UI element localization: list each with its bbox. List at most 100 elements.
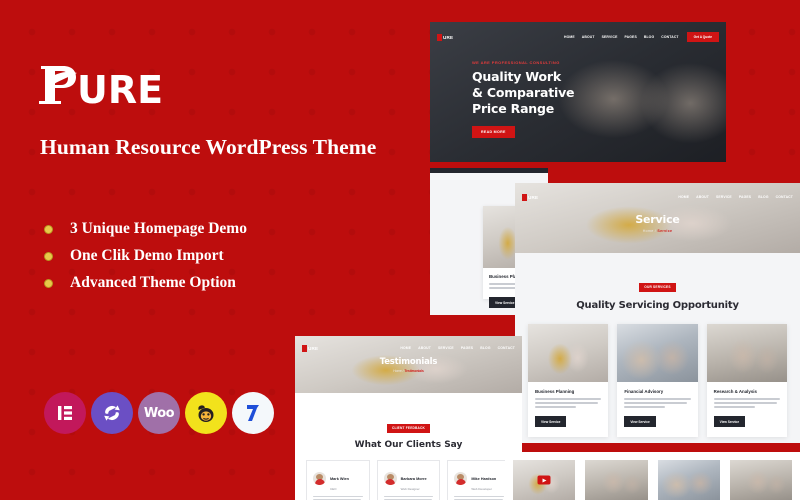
refresh-arrows-icon	[91, 392, 133, 434]
nav-item-about[interactable]: ABOUT	[418, 346, 431, 350]
woo-icon: Woo	[138, 392, 180, 434]
navbar-menu: HOME ABOUT SERVICE PAGES BLOG CONTACT	[564, 35, 679, 39]
view-service-button[interactable]: View Service	[535, 416, 567, 428]
list-item: Advanced Theme Option	[44, 270, 247, 296]
testimonial-author-name: Mike Hardson	[471, 477, 497, 481]
hero-headline-line-2: & Comparative	[472, 85, 575, 100]
page-title: Testimonials	[379, 357, 438, 367]
gallery-photo	[729, 460, 792, 500]
hero-navbar: URE HOME ABOUT SERVICE PAGES BLOG CONTAC…	[430, 30, 726, 44]
hero-headline-line-1: Quality Work	[472, 69, 562, 84]
testimonial-text	[454, 495, 505, 500]
screenshot-hero-homepage[interactable]: URE HOME ABOUT SERVICE PAGES BLOG CONTAC…	[430, 22, 726, 162]
nav-item-home[interactable]: HOME	[400, 346, 411, 350]
screenshot-service-page[interactable]: URE HOME ABOUT SERVICE PAGES BLOG CONTAC…	[515, 183, 800, 443]
nav-item-about[interactable]: ABOUT	[582, 35, 595, 39]
testimonials-section: CLIENT FEEDBACK What Our Clients Say	[295, 393, 522, 450]
breadcrumb-current: Testimonials	[404, 369, 424, 373]
card-photo	[528, 324, 609, 382]
bullet-dot-icon	[44, 278, 53, 288]
brand-logo: URE	[37, 60, 163, 112]
nav-item-blog[interactable]: BLOG	[758, 195, 768, 199]
card-photo	[617, 324, 698, 382]
gallery-item[interactable]	[657, 460, 720, 500]
service-card[interactable]: Research & Analysis View Service	[706, 324, 787, 437]
feature-list: 3 Unique Homepage Demo One Clik Demo Imp…	[44, 216, 247, 297]
card-title: Business Planning	[535, 389, 575, 394]
nav-item-home[interactable]: HOME	[564, 35, 575, 39]
woo-label: Woo	[143, 405, 175, 421]
page-title: Service	[635, 213, 680, 226]
bullet-dot-icon	[44, 224, 53, 234]
p-swoosh-icon	[437, 33, 442, 41]
gallery-row	[505, 452, 800, 500]
page-title: Human Resource WordPress Theme	[40, 135, 377, 159]
nav-item-contact[interactable]: CONTACT	[498, 346, 515, 350]
gallery-photo	[657, 460, 720, 500]
feature-label: One Clik Demo Import	[70, 247, 224, 264]
screenshot-testimonials-page[interactable]: URE HOME ABOUT SERVICE PAGES BLOG CONTAC…	[295, 336, 522, 500]
testimonial-card[interactable]: Mike Hardson Web Developer	[447, 460, 512, 500]
nav-item-pages[interactable]: PAGES	[461, 346, 473, 350]
nav-item-service[interactable]: SERVICE	[438, 346, 454, 350]
p-swoosh-icon	[302, 344, 307, 352]
nav-item-pages[interactable]: PAGES	[739, 195, 751, 199]
number-seven-icon	[232, 392, 274, 434]
breadcrumb-home[interactable]: Home	[393, 369, 402, 373]
hero-headline-line-3: Price Range	[472, 101, 555, 116]
service-card-grid: Business Planning View Service Financial…	[515, 311, 800, 437]
elementor-icon	[44, 392, 86, 434]
section-title: Quality Servicing Opportunity	[576, 300, 739, 311]
nav-item-blog[interactable]: BLOG	[480, 346, 490, 350]
navbar-logo[interactable]: URE	[437, 33, 454, 41]
section-badge: OUR SERVICES	[639, 282, 676, 292]
nav-item-contact[interactable]: CONTACT	[661, 35, 678, 39]
page-heading-block: Service Home / Service	[515, 213, 800, 233]
dark-topbar	[430, 168, 548, 173]
section-title: What Our Clients Say	[354, 440, 463, 450]
breadcrumb-home[interactable]: Home	[643, 229, 654, 233]
card-title: Financial Advisory	[624, 389, 664, 394]
feature-label: 3 Unique Homepage Demo	[70, 220, 247, 237]
service-card[interactable]: Business Planning View Service	[528, 324, 609, 437]
play-button-icon[interactable]	[537, 475, 551, 485]
page-heading-block: Testimonials Home / Testimonials	[295, 357, 522, 373]
hero-copy: WE ARE PROFESSIONAL CONSULTING Quality W…	[472, 60, 575, 138]
gallery-photo	[585, 460, 648, 500]
nav-item-service[interactable]: SERVICE	[602, 35, 618, 39]
breadcrumb: Home / Testimonials	[295, 369, 522, 373]
nav-item-pages[interactable]: PAGES	[624, 35, 636, 39]
feature-label: Advanced Theme Option	[70, 274, 236, 291]
navbar-logo[interactable]: URE	[522, 193, 538, 201]
nav-item-about[interactable]: ABOUT	[696, 195, 709, 199]
testimonial-author-role: CEO	[330, 486, 337, 491]
get-a-quote-button[interactable]: Get A Quote	[686, 32, 719, 42]
service-card[interactable]: Financial Advisory View Service	[617, 324, 698, 437]
navbar-menu: HOME ABOUT SERVICE PAGES BLOG CONTACT	[678, 195, 793, 199]
list-item: One Clik Demo Import	[44, 243, 247, 269]
avatar	[313, 472, 326, 486]
navbar-logo[interactable]: URE	[302, 344, 318, 352]
nav-item-contact[interactable]: CONTACT	[776, 195, 793, 199]
card-description	[624, 398, 691, 408]
testimonial-text	[383, 495, 434, 500]
hero-subtitle: WE ARE PROFESSIONAL CONSULTING	[472, 60, 560, 65]
service-navbar: URE HOME ABOUT SERVICE PAGES BLOG CONTAC…	[515, 190, 800, 204]
gallery-item[interactable]	[729, 460, 792, 500]
view-service-button[interactable]: View Service	[713, 416, 746, 428]
navbar-logo-text: URE	[443, 34, 454, 40]
read-more-button[interactable]: READ MORE	[472, 126, 515, 138]
gallery-item[interactable]	[513, 460, 576, 500]
gallery-item[interactable]	[585, 460, 648, 500]
testimonial-card[interactable]: Mark Wien CEO	[306, 460, 370, 500]
testimonial-card[interactable]: Barbara Morre Web Designer	[376, 460, 441, 500]
testimonial-text	[313, 495, 363, 500]
view-service-button[interactable]: View Service	[624, 416, 656, 428]
testimonial-card-grid: Mark Wien CEO Barbara Morre Web Designer	[295, 450, 522, 500]
screenshot-gallery-strip[interactable]	[505, 452, 800, 500]
testimonial-author-role: Web Developer	[471, 486, 492, 491]
nav-item-blog[interactable]: BLOG	[644, 35, 654, 39]
card-photo	[706, 324, 787, 382]
nav-item-service[interactable]: SERVICE	[716, 195, 732, 199]
nav-item-home[interactable]: HOME	[678, 195, 689, 199]
